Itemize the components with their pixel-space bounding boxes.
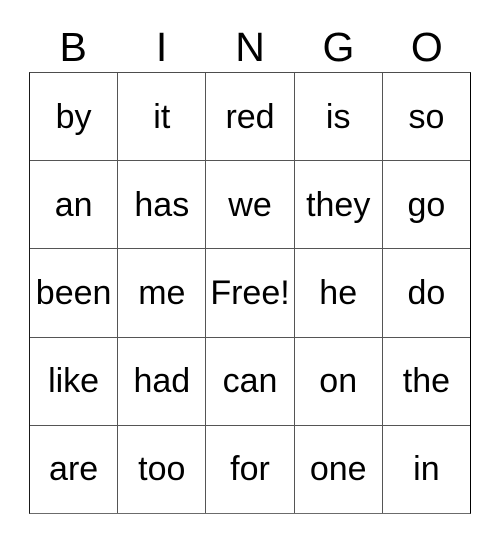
bingo-column-header-n: N xyxy=(235,23,265,70)
bingo-column-header-g: G xyxy=(322,23,355,70)
bingo-cell[interactable]: do xyxy=(381,249,471,337)
bingo-cell[interactable]: one xyxy=(293,425,382,514)
bingo-grid: by it red is so an has we they go been m… xyxy=(29,72,471,514)
bingo-cell[interactable]: like xyxy=(30,337,118,425)
bingo-cell[interactable]: they xyxy=(293,161,382,249)
bingo-column-header-o: O xyxy=(410,23,443,70)
bingo-row: an has we they go xyxy=(30,160,471,249)
bingo-row: like had can on the xyxy=(30,336,471,425)
bingo-row: are too for one in xyxy=(30,424,471,514)
bingo-cell[interactable]: are xyxy=(30,425,118,514)
bingo-cell[interactable]: go xyxy=(381,161,471,249)
bingo-cell[interactable]: he xyxy=(293,249,382,337)
bingo-row: been me Free! he do xyxy=(30,248,471,337)
bingo-cell[interactable]: for xyxy=(205,425,294,514)
bingo-cell[interactable]: is xyxy=(293,73,382,161)
bingo-cell[interactable]: can xyxy=(205,337,294,425)
bingo-cell[interactable]: an xyxy=(30,161,118,249)
bingo-cell[interactable]: we xyxy=(205,161,294,249)
bingo-cell[interactable]: has xyxy=(117,161,206,249)
bingo-cell[interactable]: the xyxy=(381,337,471,425)
bingo-cell[interactable]: red xyxy=(205,73,294,161)
bingo-cell[interactable]: it xyxy=(117,73,206,161)
bingo-cell[interactable]: in xyxy=(381,425,471,514)
bingo-row: by it red is so xyxy=(30,73,471,161)
bingo-cell[interactable]: on xyxy=(293,337,382,425)
bingo-cell[interactable]: me xyxy=(117,249,206,337)
bingo-column-header-b: B xyxy=(59,23,87,70)
bingo-header-row: B I N G O xyxy=(29,22,471,72)
bingo-cell[interactable]: so xyxy=(381,73,471,161)
bingo-card: B I N G O by it red is so an has we they… xyxy=(0,0,500,544)
bingo-cell[interactable]: been xyxy=(30,249,118,337)
bingo-cell[interactable]: too xyxy=(117,425,206,514)
bingo-cell[interactable]: had xyxy=(117,337,206,425)
bingo-free-space-cell[interactable]: Free! xyxy=(205,249,294,337)
bingo-cell[interactable]: by xyxy=(30,73,118,161)
bingo-column-header-i: I xyxy=(155,23,168,70)
